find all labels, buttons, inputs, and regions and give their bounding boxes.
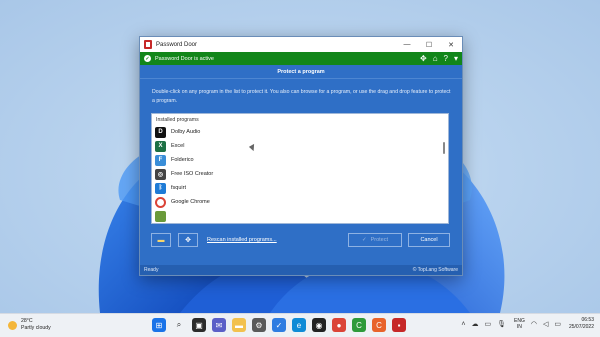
brand-text: © TopLang Software (412, 267, 458, 273)
disc-icon: ◎ (155, 168, 166, 180)
list-scrollbar[interactable] (443, 142, 445, 154)
partly-cloudy-icon (8, 320, 17, 330)
title-bar[interactable]: Password Door — ☐ ✕ (140, 37, 462, 52)
password-door-taskbar-icon[interactable]: ▪ (392, 318, 406, 332)
chevron-up-icon[interactable]: ˄ (461, 321, 465, 328)
instructions-text: Double-click on any program in the list … (152, 89, 451, 104)
check-icon: ✓ (144, 55, 151, 62)
program-name: fsquirt (171, 185, 186, 191)
list-item[interactable]: ◎ Free ISO Creator (152, 167, 448, 181)
app-c-orange-icon[interactable]: C (372, 318, 386, 332)
dolby-audio-icon: D (155, 126, 166, 138)
protect-label: Protect (370, 237, 389, 243)
move-icon[interactable]: ✥ (420, 54, 427, 63)
bluetooth-icon: ᛒ (155, 182, 166, 194)
protect-button[interactable]: ✓ Protect (348, 233, 402, 247)
program-name: Excel (171, 143, 185, 149)
close-button[interactable]: ✕ (440, 37, 462, 52)
taskbar: 28°C Partly cloudy ⊞ ⌕ ▣ ✉ ▬ ⚙ ✓ e ◉ ● C… (0, 313, 600, 337)
weather-desc: Partly cloudy (21, 325, 51, 331)
speaker-icon[interactable]: ◁ (543, 320, 548, 328)
status-footer: Ready © TopLang Software (140, 265, 462, 275)
dropdown-icon[interactable]: ▾ (454, 54, 458, 63)
move-icon: ✥ (185, 237, 191, 244)
list-item[interactable]: X Excel (152, 139, 448, 153)
wifi-icon[interactable]: ◠ (531, 320, 537, 328)
chrome-icon[interactable]: ● (332, 318, 346, 332)
password-door-app-icon (144, 40, 152, 49)
weather-widget[interactable]: 28°C Partly cloudy (8, 318, 51, 332)
media-icon[interactable]: ◉ (312, 318, 326, 332)
edge-icon[interactable]: e (292, 318, 306, 332)
list-item[interactable]: F Folderico (152, 153, 448, 167)
language-indicator[interactable]: ENG IN (514, 318, 525, 330)
taskbar-apps: ⊞ ⌕ ▣ ✉ ▬ ⚙ ✓ e ◉ ● C C ▪ (152, 318, 412, 332)
program-name: Free ISO Creator (171, 171, 214, 177)
list-item[interactable] (152, 209, 448, 223)
clock-time: 06:53 (581, 317, 594, 323)
program-name: Folderico (171, 157, 194, 163)
program-name: Google Chrome (171, 199, 210, 205)
folder-icon: ▬ (157, 236, 165, 244)
microphone-icon[interactable]: 🎙 (497, 320, 506, 328)
weather-temp: 28°C (21, 318, 33, 324)
checkmark-icon: ✓ (361, 237, 367, 243)
list-header: Installed programs (156, 117, 199, 123)
section-header: Protect a program (140, 65, 462, 79)
installed-programs-list[interactable]: Installed programs D Dolby Audio X Excel… (151, 113, 449, 224)
clock[interactable]: 06:53 25/07/2022 (569, 317, 594, 331)
app-c-green-icon[interactable]: C (352, 318, 366, 332)
settings-icon[interactable]: ⚙ (252, 318, 266, 332)
minimize-button[interactable]: — (396, 37, 418, 52)
list-item[interactable]: Google Chrome (152, 195, 448, 209)
chrome-icon (155, 196, 166, 208)
home-icon[interactable]: ⌂ (433, 54, 438, 63)
onedrive-icon[interactable]: ☁ (471, 320, 478, 328)
maximize-button[interactable]: ☐ (418, 37, 440, 52)
program-icon (155, 210, 166, 222)
search-icon[interactable]: ⌕ (172, 318, 186, 332)
lang-bottom: IN (516, 324, 522, 330)
task-view-icon[interactable]: ▣ (192, 318, 206, 332)
display-icon[interactable]: ▭ (484, 320, 491, 328)
file-explorer-icon[interactable]: ▬ (232, 318, 246, 332)
active-status-bar: ✓ Password Door is active ✥ ⌂ ? ▾ (140, 52, 462, 65)
action-bar: ▬ ✥ Rescan installed programs... ✓ Prote… (140, 233, 462, 247)
password-door-window: Password Door — ☐ ✕ ✓ Password Door is a… (139, 36, 463, 276)
program-name: Dolby Audio (171, 129, 201, 135)
chat-icon[interactable]: ✉ (212, 318, 226, 332)
folderico-icon: F (155, 154, 166, 166)
rescan-link[interactable]: Rescan installed programs... (207, 237, 277, 243)
start-icon[interactable]: ⊞ (152, 318, 166, 332)
clock-date: 25/07/2022 (568, 324, 594, 330)
battery-icon[interactable]: ▭ (554, 320, 561, 328)
drag-drop-button[interactable]: ✥ (178, 233, 198, 247)
ready-status: Ready (144, 267, 159, 273)
todo-icon[interactable]: ✓ (272, 318, 286, 332)
browse-folder-button[interactable]: ▬ (151, 233, 171, 247)
help-icon[interactable]: ? (444, 54, 448, 63)
excel-icon: X (155, 140, 166, 152)
list-item[interactable]: ᛒ fsquirt (152, 181, 448, 195)
list-item[interactable]: D Dolby Audio (152, 125, 448, 139)
cancel-button[interactable]: Cancel (408, 233, 450, 247)
active-status-text: Password Door is active (155, 55, 214, 62)
window-title: Password Door (156, 41, 198, 48)
system-tray: ˄ ☁ ▭ 🎙 ENG IN ◠ ◁ ▭ 06:53 25/07/2022 (455, 317, 594, 331)
